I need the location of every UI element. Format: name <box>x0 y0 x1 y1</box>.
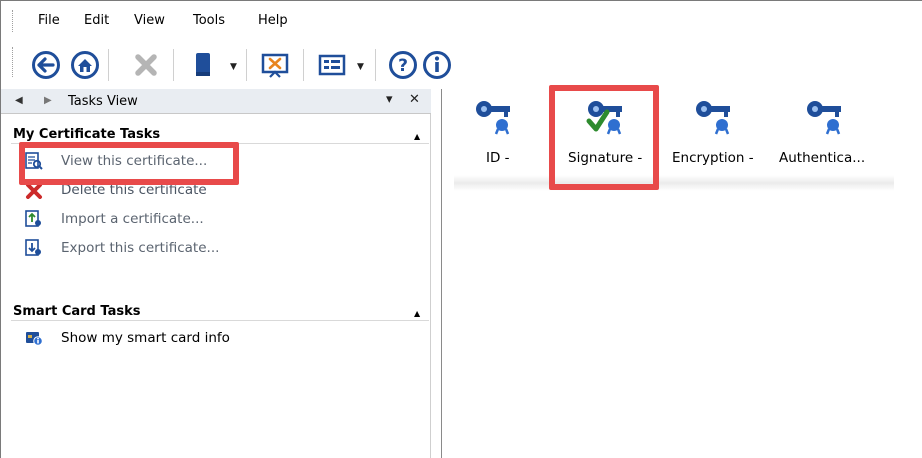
home-icon[interactable] <box>70 50 100 80</box>
certificates-list: ID - Signature - Encryption - Authentica… <box>441 89 922 458</box>
tasks-view-title: Tasks View <box>68 94 138 109</box>
list-shadow <box>454 175 894 191</box>
svg-text:?: ? <box>398 56 408 76</box>
forward-arrow-icon[interactable]: ▶ <box>44 95 52 106</box>
menu-bar: File Edit View Tools Help <box>1 1 922 32</box>
highlight-box-signature <box>549 85 659 190</box>
key-certificate-icon <box>696 101 730 135</box>
close-icon[interactable]: ✕ <box>409 92 420 107</box>
menu-help[interactable]: Help <box>258 13 288 29</box>
certificate-label: Encryption - <box>672 150 754 166</box>
import-certificate-icon <box>25 210 41 227</box>
menu-edit[interactable]: Edit <box>84 13 109 29</box>
menu-tools[interactable]: Tools <box>193 13 225 29</box>
task-label: Show my smart card info <box>61 330 230 346</box>
toolbar-separator <box>246 49 247 81</box>
highlight-box-view-certificate <box>19 142 239 185</box>
section-divider <box>11 320 429 321</box>
task-label: Import a certificate... <box>61 211 204 227</box>
back-icon[interactable] <box>31 50 61 80</box>
task-label: Export this certificate... <box>61 240 220 256</box>
toolbar-grip[interactable] <box>12 47 13 77</box>
back-arrow-icon[interactable]: ◀ <box>15 95 23 106</box>
section-title-smart-card-tasks[interactable]: Smart Card Tasks <box>13 304 140 319</box>
info-icon[interactable] <box>422 50 452 80</box>
key-certificate-icon <box>807 101 841 135</box>
section-title-certificate-tasks[interactable]: My Certificate Tasks <box>13 127 160 142</box>
toolbar-separator <box>303 49 304 81</box>
tasks-view-header: ◀ ▶ Tasks View ▾ ✕ <box>1 89 431 114</box>
details-view-dropdown-icon[interactable]: ▼ <box>357 62 365 72</box>
smart-card-info-icon <box>26 332 43 346</box>
export-certificate-icon <box>25 239 41 256</box>
menu-view[interactable]: View <box>134 13 165 29</box>
card-reader-icon[interactable] <box>189 50 219 80</box>
menu-grip[interactable] <box>12 10 16 32</box>
certificate-label: Authentica... <box>779 150 866 166</box>
task-import-certificate[interactable]: Import a certificate... <box>25 210 235 230</box>
card-reader-dropdown-icon[interactable]: ▼ <box>230 62 238 72</box>
menu-file[interactable]: File <box>38 13 60 29</box>
toolbar-separator <box>108 49 109 81</box>
toolbar-separator <box>375 49 376 81</box>
collapse-caret-icon[interactable]: ▲ <box>414 309 420 318</box>
details-view-icon[interactable] <box>317 50 347 80</box>
task-show-smart-card-info[interactable]: Show my smart card info <box>25 329 255 349</box>
pane-menu-icon[interactable]: ▾ <box>386 92 393 107</box>
delete-icon[interactable] <box>131 50 161 80</box>
app-window: File Edit View Tools Help ▼ ▼ ? ◀ ▶ Task… <box>0 0 922 458</box>
task-export-certificate[interactable]: Export this certificate... <box>25 239 245 259</box>
toolbar-separator <box>173 49 174 81</box>
help-icon[interactable]: ? <box>388 50 418 80</box>
presentation-icon[interactable] <box>260 50 290 80</box>
key-certificate-icon <box>476 101 510 135</box>
certificate-label: ID - <box>486 150 510 166</box>
collapse-caret-icon[interactable]: ▲ <box>414 132 420 141</box>
